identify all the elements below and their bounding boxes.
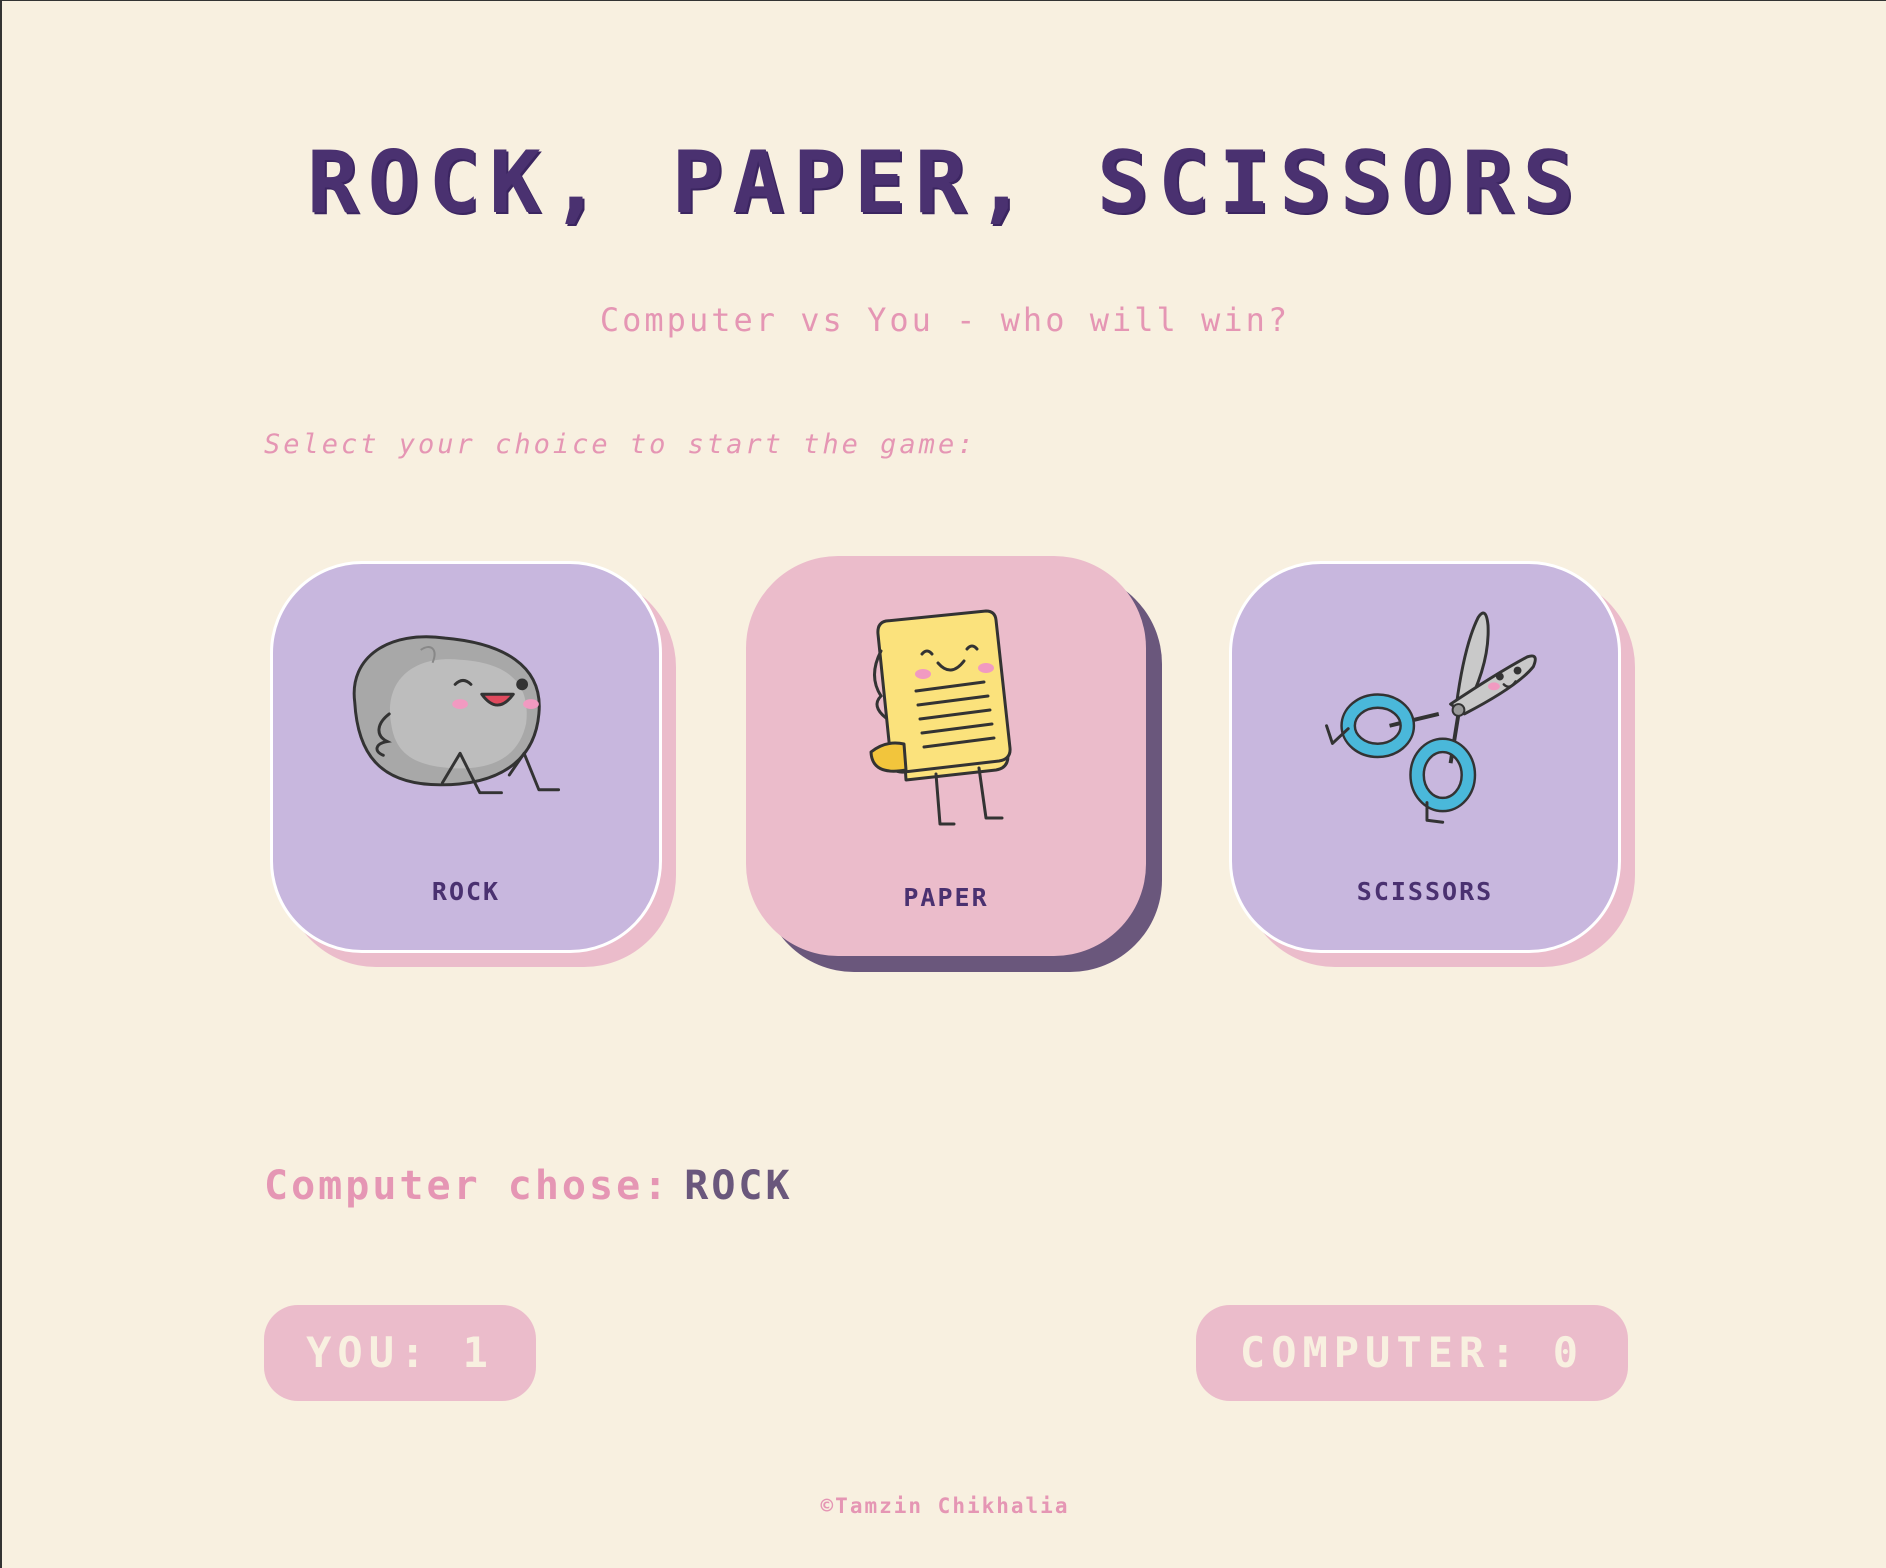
choice-rock-label: ROCK — [431, 877, 501, 906]
choice-scissors-label: SCISSORS — [1356, 877, 1494, 906]
choice-scissors-button[interactable]: SCISSORS — [1229, 561, 1621, 953]
computer-choice-value: ROCK — [684, 1163, 793, 1209]
player-score-value: 1 — [462, 1328, 494, 1377]
computer-score-label: COMPUTER: — [1239, 1328, 1522, 1377]
computer-choice-label: Computer chose: — [264, 1163, 671, 1209]
footer-credit: ©Tamzin Chikhalia — [820, 1494, 1070, 1518]
computer-choice-result: Computer chose: ROCK — [264, 1163, 793, 1209]
computer-score-value: 0 — [1552, 1328, 1585, 1377]
paper-character-icon — [869, 609, 1012, 826]
choice-rock-button[interactable]: ROCK — [270, 561, 662, 953]
instruction-text: Select your choice to start the game: — [264, 429, 977, 460]
page-title: ROCK, PAPER, SCISSORS — [306, 133, 1584, 233]
player-score-label: YOU: — [306, 1328, 432, 1377]
choice-paper-label: PAPER — [903, 883, 989, 912]
player-score-badge: YOU: 1 — [264, 1305, 536, 1401]
scissors-character-icon — [1325, 611, 1537, 824]
choice-paper-button[interactable]: PAPER — [746, 556, 1146, 956]
page-subtitle: Computer vs You - who will win? — [599, 301, 1291, 339]
computer-score-badge: COMPUTER: 0 — [1196, 1305, 1628, 1401]
rock-character-icon — [352, 635, 561, 795]
